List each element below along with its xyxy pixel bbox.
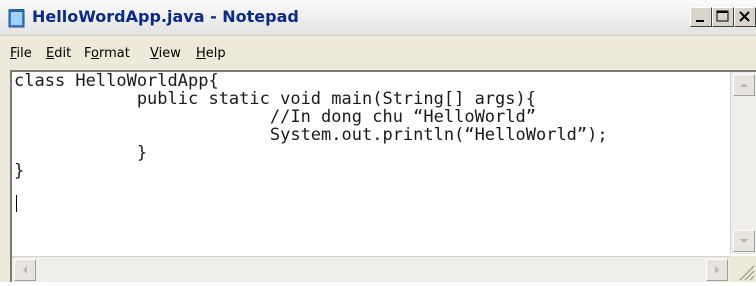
vertical-scrollbar[interactable] bbox=[730, 72, 756, 254]
menu-edit[interactable]: Edit bbox=[46, 46, 71, 61]
menu-format[interactable]: Format bbox=[84, 46, 130, 61]
menu-bar: File Edit Format View Help bbox=[0, 37, 756, 67]
close-button[interactable] bbox=[734, 7, 756, 27]
resize-grip[interactable] bbox=[730, 256, 756, 282]
maximize-icon bbox=[716, 10, 729, 22]
scroll-left-arrow-icon bbox=[23, 266, 27, 274]
menu-file[interactable]: File bbox=[10, 46, 32, 61]
minimize-icon bbox=[696, 20, 704, 22]
menu-help[interactable]: Help bbox=[196, 46, 226, 61]
caption-buttons bbox=[690, 7, 756, 29]
notepad-window: HelloWordApp.java - Notepad File Edit Fo… bbox=[0, 0, 756, 282]
scroll-down-button[interactable] bbox=[733, 230, 755, 252]
scroll-right-button[interactable] bbox=[706, 259, 728, 281]
scroll-left-button[interactable] bbox=[14, 259, 36, 281]
maximize-button[interactable] bbox=[712, 7, 734, 27]
scroll-up-button[interactable] bbox=[733, 74, 755, 96]
scroll-down-arrow-icon bbox=[740, 239, 748, 243]
window-title: HelloWordApp.java - Notepad bbox=[32, 7, 299, 26]
horizontal-scrollbar[interactable] bbox=[12, 256, 730, 282]
text-caret bbox=[16, 195, 17, 212]
scroll-up-arrow-icon bbox=[740, 83, 748, 87]
scroll-right-arrow-icon bbox=[715, 266, 719, 274]
close-icon bbox=[739, 11, 750, 22]
menu-view[interactable]: View bbox=[150, 46, 181, 61]
text-editor[interactable]: class HelloWorldApp{ public static void … bbox=[10, 70, 756, 282]
resize-grip-icon bbox=[739, 265, 755, 281]
title-bar[interactable]: HelloWordApp.java - Notepad bbox=[0, 0, 756, 36]
editor-content[interactable]: class HelloWorldApp{ public static void … bbox=[14, 72, 608, 180]
notepad-icon[interactable] bbox=[8, 8, 26, 28]
minimize-button[interactable] bbox=[690, 7, 712, 27]
